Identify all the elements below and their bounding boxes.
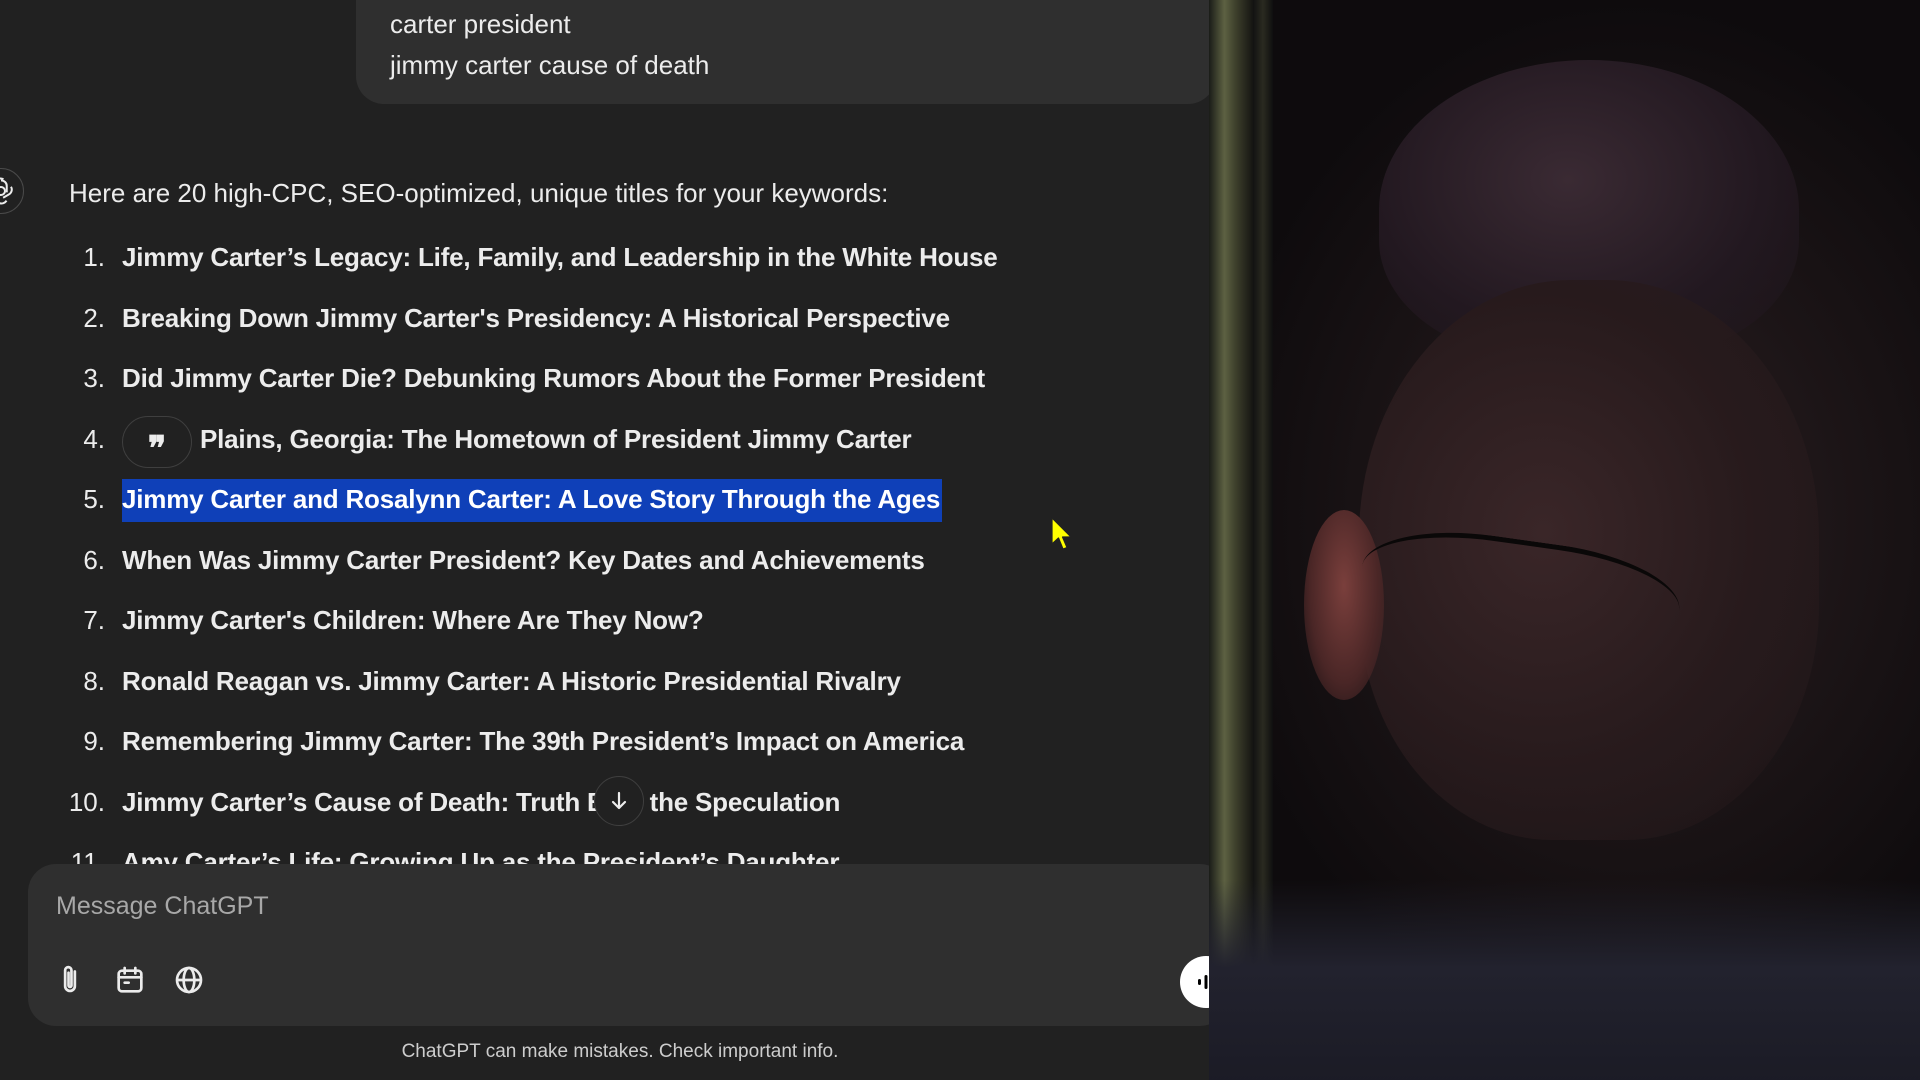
list-item-number: 1. [83, 242, 105, 272]
globe-icon [175, 966, 203, 994]
voice-mode-button[interactable] [1180, 956, 1209, 1008]
list-item-text: When Was Jimmy Carter President? Key Dat… [122, 544, 925, 575]
list-item: 9. Remembering Jimmy Carter: The 39th Pr… [0, 716, 1209, 777]
openai-logo-icon [0, 177, 13, 205]
chat-pane: carter president jimmy carter cause of d… [0, 0, 1209, 1080]
list-item-text: Plains, Georgia: The Hometown of Preside… [200, 423, 912, 454]
list-item-number: 5. [83, 484, 105, 514]
message-composer [28, 864, 1209, 1026]
list-item: 8. Ronald Reagan vs. Jimmy Carter: A His… [0, 656, 1209, 717]
webcam-overlay [1209, 0, 1920, 1080]
list-item: 1. Jimmy Carter’s Legacy: Life, Family, … [0, 232, 1209, 293]
list-item-number: 2. [83, 302, 105, 333]
mouse-cursor-icon [1051, 517, 1072, 550]
assistant-avatar [0, 168, 24, 214]
selected-text[interactable]: Jimmy Carter and Rosalynn Carter: A Love… [122, 479, 943, 522]
user-message-line: jimmy carter cause of death [390, 50, 710, 80]
list-item-text: Jimmy Carter's Children: Where Are They … [122, 605, 704, 635]
webcam-person-shirt [1209, 880, 1920, 1080]
list-item-text: Did Jimmy Carter Die? Debunking Rumors A… [122, 363, 985, 393]
list-item-number: 9. [83, 726, 105, 756]
calendar-icon [117, 966, 143, 993]
tools-button[interactable] [110, 960, 150, 1000]
list-item: 3. Did Jimmy Carter Die? Debunking Rumor… [0, 353, 1209, 414]
user-message-line: carter president [390, 9, 571, 39]
user-message-bubble: carter president jimmy carter cause of d… [356, 0, 1209, 104]
list-item: 6. When Was Jimmy Carter President? Key … [0, 535, 1209, 596]
list-item: 2. Breaking Down Jimmy Carter's Presiden… [0, 293, 1209, 354]
list-item-number: 4. [83, 423, 105, 454]
arrow-down-icon [611, 791, 627, 810]
voice-mode-icon [1198, 975, 1208, 989]
list-item-number: 7. [83, 605, 105, 635]
list-item-number: 8. [83, 665, 105, 696]
list-item-selected: 5. Jimmy Carter and Rosalynn Carter: A L… [0, 474, 1209, 535]
list-item-number: 6. [83, 544, 105, 575]
scroll-to-bottom-button[interactable] [594, 776, 644, 826]
quote-reply-button[interactable]: ❞ [122, 416, 192, 468]
paperclip-icon [63, 965, 77, 993]
attach-button[interactable] [50, 960, 90, 1000]
list-item-text: Remembering Jimmy Carter: The 39th Presi… [122, 726, 965, 756]
list-item-text: Breaking Down Jimmy Carter's Presidency:… [122, 302, 950, 333]
message-input[interactable] [56, 886, 1156, 926]
assistant-intro-text: Here are 20 high-CPC, SEO-optimized, uni… [69, 178, 889, 208]
list-item-text: Ronald Reagan vs. Jimmy Carter: A Histor… [122, 665, 901, 696]
list-item-text: Jimmy Carter’s Cause of Death: Truth Be … [122, 786, 841, 817]
list-item-number: 3. [83, 363, 105, 393]
quote-icon: ❞ [147, 429, 167, 469]
list-item-text: Jimmy Carter’s Legacy: Life, Family, and… [122, 242, 998, 272]
list-item: 7. Jimmy Carter's Children: Where Are Th… [0, 595, 1209, 656]
disclaimer-text: ChatGPT can make mistakes. Check importa… [401, 1041, 839, 1062]
list-item-number: 10. [68, 786, 105, 817]
web-search-button[interactable] [169, 960, 209, 1000]
